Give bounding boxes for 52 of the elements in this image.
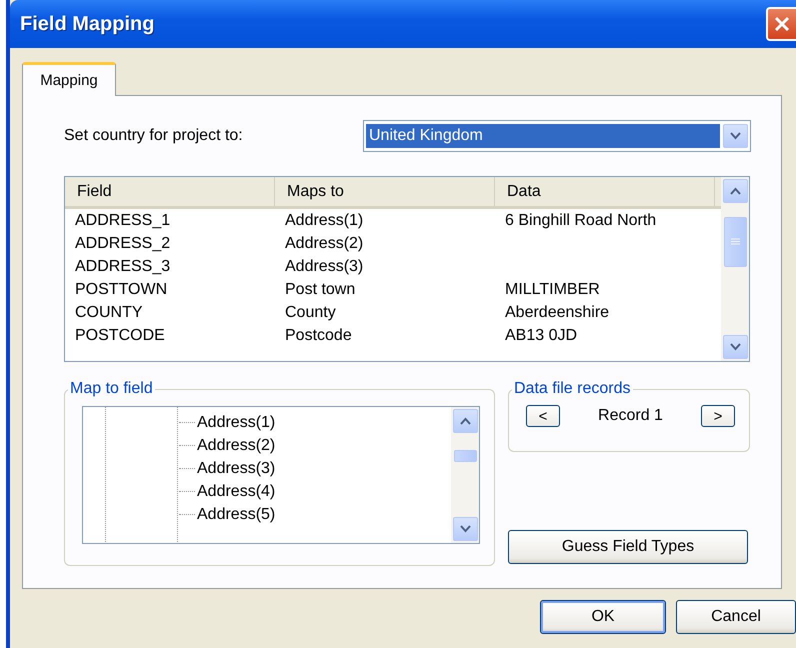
table-cell-text: POSTCODE [74, 326, 166, 346]
table-cell-text: AB13 0JD [504, 326, 578, 346]
country-label: Set country for project to: [64, 127, 244, 145]
close-icon [774, 16, 790, 32]
tree-item[interactable]: Address(3) [197, 460, 276, 478]
tree-item[interactable]: Address(4) [197, 482, 276, 500]
table-cell-text: Address(2) [284, 234, 364, 254]
grip-icon [730, 238, 740, 246]
table-cell-text: Post town [284, 280, 356, 300]
scroll-thumb[interactable] [454, 450, 476, 462]
table-cell-text: Aberdeenshire [504, 303, 610, 323]
next-record-button[interactable]: > [700, 405, 735, 427]
group-title: Map to field [69, 380, 154, 398]
chevron-up-icon [730, 187, 740, 195]
chevron-up-icon [460, 417, 470, 425]
column-header[interactable]: Field [65, 177, 275, 206]
table-cell-text: Address(1) [284, 211, 364, 231]
close-button[interactable] [766, 7, 796, 41]
country-dropdown[interactable]: United Kingdom [363, 120, 751, 152]
table-cell-text: Address(3) [284, 257, 364, 277]
scroll-down-button[interactable] [452, 517, 478, 541]
column-header[interactable]: Maps to [275, 177, 495, 206]
previous-record-button[interactable]: < [526, 405, 560, 427]
scroll-up-button[interactable] [722, 179, 748, 203]
tree-item[interactable]: Address(1) [197, 414, 276, 432]
chevron-down-icon [730, 132, 741, 140]
guess-field-types-button[interactable]: Guess Field Types [508, 530, 748, 564]
dropdown-value: United Kingdom [366, 124, 720, 148]
dropdown-button[interactable] [723, 124, 748, 148]
table-cell-text: County [284, 303, 337, 323]
table-cell-text: ADDRESS_3 [74, 257, 172, 277]
table-cell-text: COUNTY [74, 303, 144, 323]
cancel-button[interactable]: Cancel [676, 600, 796, 634]
table-cell-text: ADDRESS_1 [74, 211, 172, 231]
table-cell-text: Postcode [284, 326, 353, 346]
group-title: Data file records [513, 380, 632, 398]
table-cell-text: 6 Binghill Road North [504, 211, 658, 231]
window-title: Field Mapping [20, 12, 154, 36]
tree-item[interactable]: Address(2) [197, 436, 276, 454]
table-cell-text: MILLTIMBER [504, 280, 601, 300]
chevron-down-icon [460, 525, 470, 533]
ok-button[interactable]: OK [540, 600, 666, 634]
chevron-down-icon [730, 343, 740, 351]
table-cell-text: ADDRESS_2 [74, 234, 172, 254]
scroll-thumb[interactable] [724, 217, 746, 267]
column-header[interactable]: Data [495, 177, 715, 206]
scroll-up-button[interactable] [452, 409, 478, 433]
scroll-down-button[interactable] [722, 335, 748, 359]
tab[interactable]: Mapping [22, 62, 116, 96]
table-cell-text: POSTTOWN [74, 280, 168, 300]
record-label: Record 1 [598, 407, 663, 425]
tree-item[interactable]: Address(5) [197, 506, 276, 524]
